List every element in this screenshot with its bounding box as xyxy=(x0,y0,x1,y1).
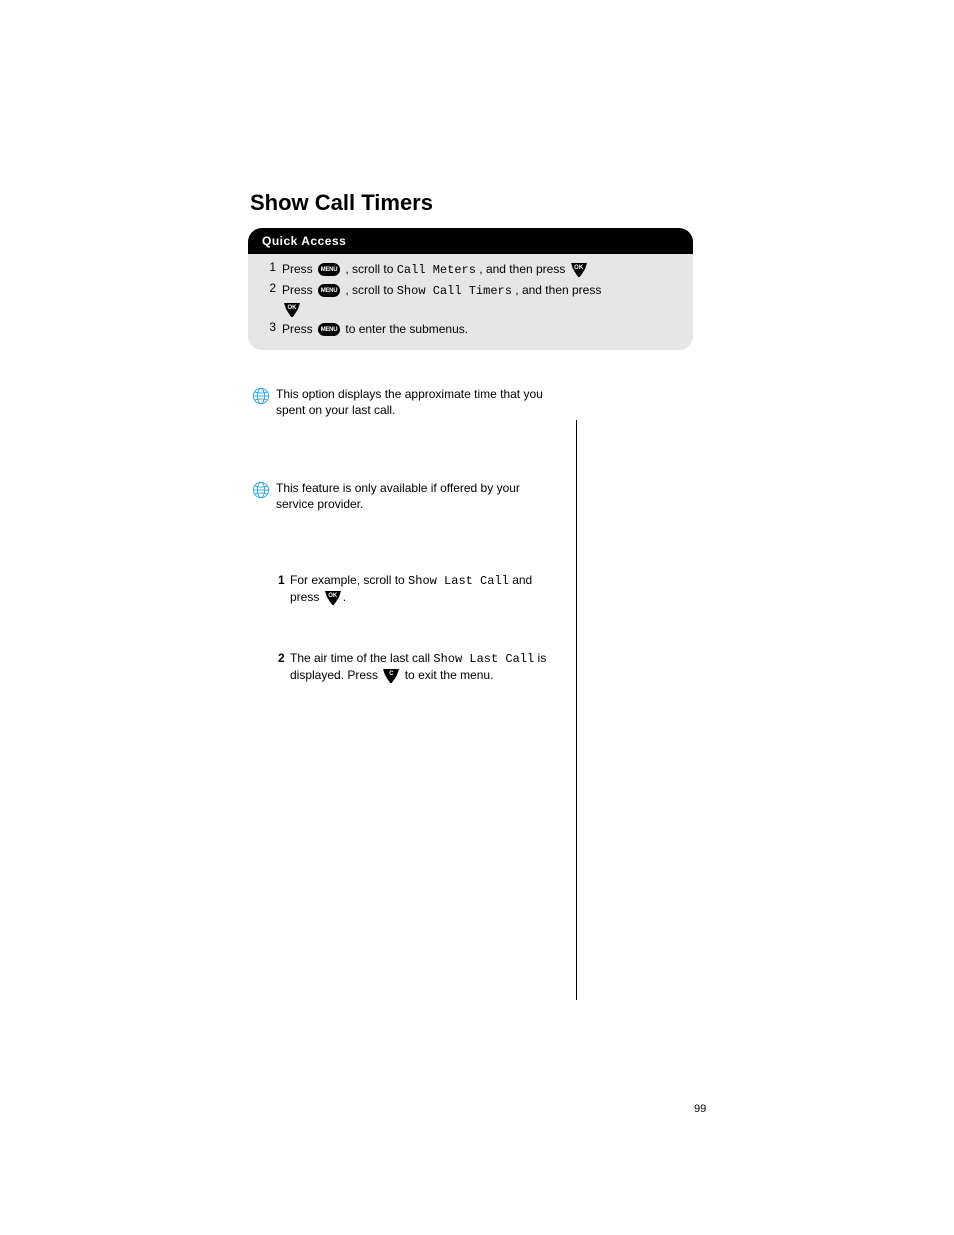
menu-icon: MENU xyxy=(318,284,340,297)
quick-access-panel: Quick Access 1 Press MENU , scroll to Ca… xyxy=(248,228,693,350)
step-text: , and then press xyxy=(515,283,601,297)
step-text: Press xyxy=(282,262,316,276)
quick-access-header: Quick Access xyxy=(248,228,693,254)
globe-icon xyxy=(252,481,270,499)
step-text: to exit the menu. xyxy=(401,668,493,682)
ok-icon: OK xyxy=(571,263,587,277)
step-text: , and then press xyxy=(479,262,568,276)
page-number: 99 xyxy=(694,1103,706,1115)
step-text: The air time of the last call xyxy=(290,651,433,665)
step-text: , scroll to xyxy=(345,283,396,297)
menu-option: Show Last Call xyxy=(408,574,509,588)
c-icon: C xyxy=(383,669,399,683)
step-number: 2 xyxy=(258,281,282,295)
numbered-step-2: 2 The air time of the last call Show Las… xyxy=(278,650,562,687)
step-number: 1 xyxy=(258,260,282,274)
quick-step-2: 2 Press MENU , scroll to Show Call Timer… xyxy=(258,281,683,318)
vertical-divider xyxy=(576,420,577,1000)
menu-icon: MENU xyxy=(318,323,340,336)
step-number: 3 xyxy=(258,320,282,334)
numbered-step-1: 1 For example, scroll to Show Last Call … xyxy=(278,572,562,609)
step-number: 2 xyxy=(278,650,290,666)
menu-icon: MENU xyxy=(318,263,340,276)
menu-option: Show Call Timers xyxy=(397,284,512,298)
step-text: Press xyxy=(282,322,316,336)
info-note-2: This feature is only available if offere… xyxy=(250,480,560,512)
step-text: , scroll to xyxy=(345,262,396,276)
globe-icon xyxy=(252,387,270,405)
info-note-1: This option displays the approximate tim… xyxy=(250,386,560,418)
info-text: This option displays the approximate tim… xyxy=(276,386,560,418)
step-text: For example, scroll to xyxy=(290,573,408,587)
ok-icon: OK xyxy=(284,303,300,317)
quick-step-3: 3 Press MENU to enter the submenus. xyxy=(258,320,683,338)
menu-option: Show Last Call xyxy=(433,652,534,666)
step-number: 1 xyxy=(278,572,290,588)
step-text: . xyxy=(343,590,346,604)
step-text: Press xyxy=(282,283,316,297)
info-text: This feature is only available if offere… xyxy=(276,480,560,512)
quick-step-1: 1 Press MENU , scroll to Call Meters , a… xyxy=(258,260,683,279)
ok-icon: OK xyxy=(325,591,341,605)
step-text: to enter the submenus. xyxy=(345,322,468,336)
menu-option: Call Meters xyxy=(397,263,476,277)
section-heading: Show Call Timers xyxy=(250,190,433,216)
